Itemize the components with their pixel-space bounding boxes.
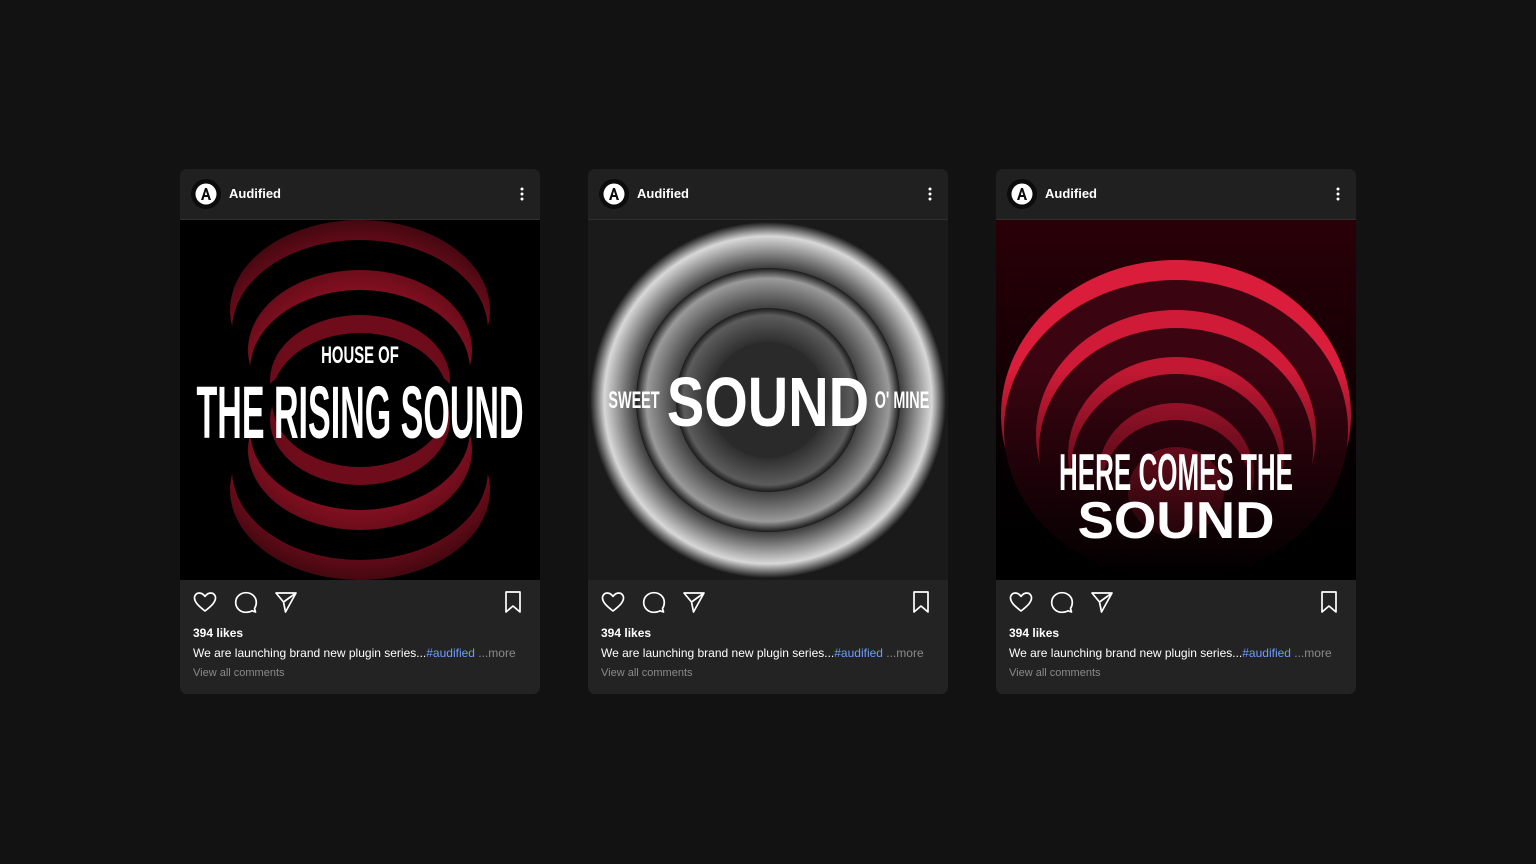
post-image-title: THE RISING SOUND (196, 372, 523, 454)
avatar[interactable] (1007, 179, 1037, 209)
post-image-title: SOUND (667, 364, 869, 441)
view-comments-link[interactable]: View all comments (193, 667, 285, 679)
likes-count[interactable]: 394 likes (1009, 626, 1059, 640)
more-link[interactable]: ...more (883, 646, 923, 660)
heart-icon[interactable] (1008, 589, 1034, 615)
caption: We are launching brand new plugin series… (601, 646, 924, 660)
action-bar (996, 587, 1356, 617)
send-icon[interactable] (1089, 589, 1115, 615)
send-icon[interactable] (273, 589, 299, 615)
action-bar (588, 587, 948, 617)
avatar-logo-icon (1011, 183, 1033, 205)
post-image-kicker: HOUSE OF (321, 343, 399, 369)
avatar-logo-icon (195, 183, 217, 205)
bookmark-icon[interactable] (908, 589, 934, 615)
avatar[interactable] (191, 179, 221, 209)
username[interactable]: Audified (637, 186, 689, 201)
avatar-logo-icon (603, 183, 625, 205)
send-icon[interactable] (681, 589, 707, 615)
bookmark-icon[interactable] (500, 589, 526, 615)
post-image[interactable]: HERE COMES THE SOUND (996, 220, 1356, 580)
likes-count[interactable]: 394 likes (193, 626, 243, 640)
caption-text: We are launching brand new plugin series… (601, 646, 835, 660)
feed-showcase: Audified HOUSE OF THE RISING SOUND 394 l… (0, 0, 1536, 864)
more-link[interactable]: ...more (1291, 646, 1331, 660)
hashtag-link[interactable]: #audified (834, 646, 883, 660)
post-image-right-text: O' MINE (875, 387, 930, 414)
post-card: Audified (180, 169, 540, 694)
post-image-title: SOUND (1077, 492, 1274, 550)
comment-icon[interactable] (641, 589, 667, 615)
comment-icon[interactable] (1049, 589, 1075, 615)
username[interactable]: Audified (229, 186, 281, 201)
caption: We are launching brand new plugin series… (193, 646, 516, 660)
post-card: Audified (996, 169, 1356, 694)
caption: We are launching brand new plugin series… (1009, 646, 1332, 660)
hashtag-link[interactable]: #audified (1242, 646, 1291, 660)
post-header: Audified (180, 169, 540, 220)
more-vertical-icon[interactable] (1334, 186, 1342, 202)
more-vertical-icon[interactable] (518, 186, 526, 202)
avatar[interactable] (599, 179, 629, 209)
heart-icon[interactable] (192, 589, 218, 615)
post-image-left-text: SWEET (608, 387, 659, 414)
heart-icon[interactable] (600, 589, 626, 615)
caption-text: We are launching brand new plugin series… (1009, 646, 1243, 660)
post-header: Audified (588, 169, 948, 220)
view-comments-link[interactable]: View all comments (1009, 667, 1101, 679)
more-vertical-icon[interactable] (926, 186, 934, 202)
comment-icon[interactable] (233, 589, 259, 615)
username[interactable]: Audified (1045, 186, 1097, 201)
more-link[interactable]: ...more (475, 646, 515, 660)
view-comments-link[interactable]: View all comments (601, 667, 693, 679)
post-card: Audified (588, 169, 948, 694)
likes-count[interactable]: 394 likes (601, 626, 651, 640)
bookmark-icon[interactable] (1316, 589, 1342, 615)
action-bar (180, 587, 540, 617)
hashtag-link[interactable]: #audified (426, 646, 475, 660)
post-header: Audified (996, 169, 1356, 220)
post-image[interactable]: SWEET SOUND O' MINE (588, 220, 948, 580)
post-image[interactable]: HOUSE OF THE RISING SOUND (180, 220, 540, 580)
caption-text: We are launching brand new plugin series… (193, 646, 427, 660)
